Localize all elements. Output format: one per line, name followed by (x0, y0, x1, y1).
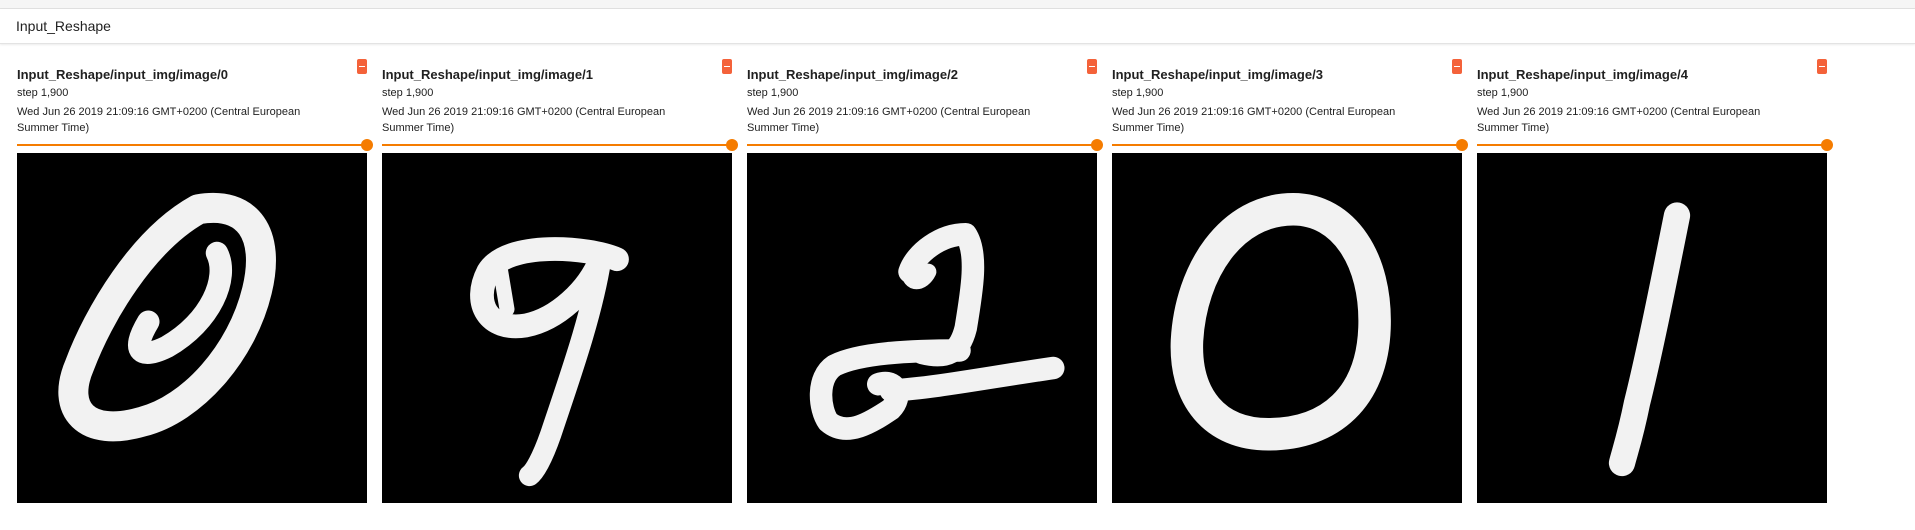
card-timestamp: Wed Jun 26 2019 21:09:16 GMT+0200 (Centr… (1112, 106, 1396, 134)
step-slider-knob[interactable] (726, 139, 738, 151)
digit-2-drawing (809, 223, 1065, 440)
card-timestamp: Wed Jun 26 2019 21:09:16 GMT+0200 (Centr… (17, 106, 301, 134)
digit-0-drawing (58, 192, 276, 442)
image-card-1: Input_Reshape/input_img/image/1 step 1,9… (382, 59, 738, 503)
group-header[interactable]: Input_Reshape (0, 9, 1915, 44)
image-card-4: Input_Reshape/input_img/image/4 step 1,9… (1477, 59, 1833, 503)
expand-icon[interactable] (1452, 59, 1462, 74)
card-timestamp: Wed Jun 26 2019 21:09:16 GMT+0200 (Centr… (747, 106, 1031, 134)
card-title: Input_Reshape/input_img/image/0 (17, 67, 228, 82)
step-slider-track[interactable] (17, 144, 367, 146)
expand-icon[interactable] (1087, 59, 1097, 74)
digit-0-drawing-b (1170, 193, 1391, 451)
expand-icon[interactable] (357, 59, 367, 74)
card-title: Input_Reshape/input_img/image/1 (382, 67, 593, 82)
digit-image (382, 153, 732, 503)
digit-1-drawing (1608, 202, 1691, 477)
step-slider-knob[interactable] (1456, 139, 1468, 151)
card-step: step 1,900 (17, 87, 69, 99)
step-slider-track[interactable] (747, 144, 1097, 146)
card-step: step 1,900 (1477, 87, 1529, 99)
digit-image (747, 153, 1097, 503)
image-dashboard: Input_Reshape Input_Reshape/input_img/im… (0, 8, 1915, 530)
step-slider-track[interactable] (382, 144, 732, 146)
step-slider-knob[interactable] (1821, 139, 1833, 151)
card-step: step 1,900 (747, 87, 799, 99)
image-card-2: Input_Reshape/input_img/image/2 step 1,9… (747, 59, 1103, 503)
card-timestamp: Wed Jun 26 2019 21:09:16 GMT+0200 (Centr… (1477, 106, 1761, 134)
digit-image (17, 153, 367, 503)
step-slider-knob[interactable] (1091, 139, 1103, 151)
expand-icon[interactable] (722, 59, 732, 74)
step-slider-track[interactable] (1112, 144, 1462, 146)
card-title: Input_Reshape/input_img/image/2 (747, 67, 958, 82)
step-slider-knob[interactable] (361, 139, 373, 151)
digit-image (1477, 153, 1827, 503)
card-title: Input_Reshape/input_img/image/3 (1112, 67, 1323, 82)
digit-image (1112, 153, 1462, 503)
image-card-3: Input_Reshape/input_img/image/3 step 1,9… (1112, 59, 1468, 503)
card-timestamp: Wed Jun 26 2019 21:09:16 GMT+0200 (Centr… (382, 106, 666, 134)
expand-icon[interactable] (1817, 59, 1827, 74)
step-slider-track[interactable] (1477, 144, 1827, 146)
group-title: Input_Reshape (16, 18, 111, 34)
card-step: step 1,900 (382, 87, 434, 99)
image-card-0: Input_Reshape/input_img/image/0 step 1,9… (17, 59, 373, 503)
card-title: Input_Reshape/input_img/image/4 (1477, 67, 1688, 82)
card-step: step 1,900 (1112, 87, 1164, 99)
digit-9-drawing (470, 237, 629, 487)
